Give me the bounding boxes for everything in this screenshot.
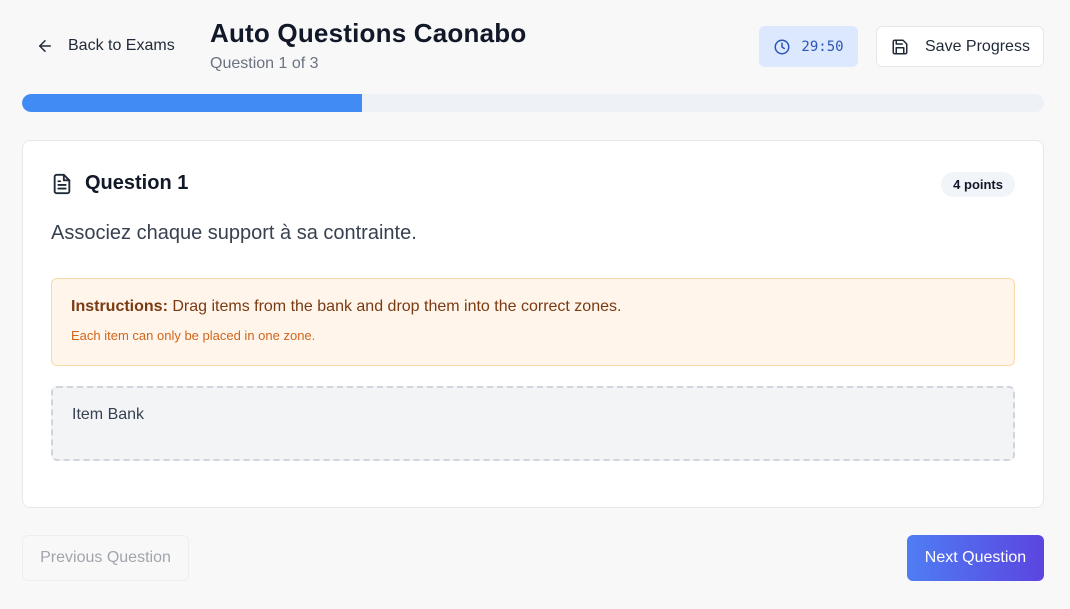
question-counter: Question 1 of 3 — [210, 55, 319, 72]
save-progress-button[interactable]: Save Progress — [876, 26, 1044, 67]
exam-title-block: Auto Questions Caonabo Question 1 of 3 — [210, 18, 526, 73]
item-bank-label: Item Bank — [72, 406, 145, 423]
exam-progress-fill — [22, 94, 363, 112]
question-card: Question 1 4 points Associez chaque supp… — [22, 140, 1044, 508]
question-header: Question 1 — [51, 172, 188, 195]
document-icon — [53, 173, 71, 194]
save-progress-label: Save Progress — [925, 37, 1030, 55]
instructions-label: Instructions: — [71, 298, 168, 315]
countdown-timer: 29:50 — [759, 26, 858, 67]
clock-icon — [774, 39, 790, 54]
exam-title: Auto Questions Caonabo — [210, 18, 527, 48]
save-icon — [892, 39, 908, 54]
instructions-note: Each item can only be placed in one zone… — [71, 328, 316, 343]
exam-progress-bar — [22, 94, 1044, 112]
question-title: Question 1 — [85, 172, 189, 194]
points-badge: 4 points — [941, 172, 1015, 197]
instructions-box: Instructions: Drag items from the bank a… — [51, 278, 1015, 366]
item-bank-dropzone[interactable]: Item Bank — [51, 386, 1015, 461]
back-to-exams-label: Back to Exams — [68, 37, 175, 54]
instructions-body: Drag items from the bank and drop them i… — [167, 298, 622, 315]
previous-question-button[interactable]: Previous Question — [22, 535, 189, 581]
instructions-text: Instructions: Drag items from the bank a… — [71, 298, 995, 316]
arrow-left-icon — [39, 40, 51, 52]
question-prompt: Associez chaque support à sa contrainte. — [51, 222, 417, 244]
next-question-label: Next Question — [924, 549, 1027, 566]
previous-question-label: Previous Question — [40, 549, 171, 566]
timer-value: 29:50 — [801, 38, 844, 55]
back-to-exams-button[interactable]: Back to Exams — [24, 26, 187, 66]
next-question-button[interactable]: Next Question — [907, 535, 1044, 581]
